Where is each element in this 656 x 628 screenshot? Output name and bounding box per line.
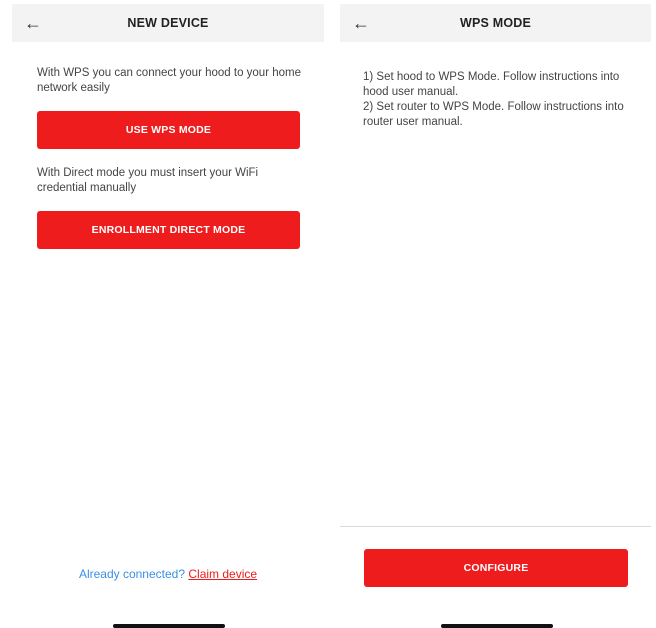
already-connected-text: Already connected? xyxy=(78,567,186,581)
header-bar: ← NEW DEVICE xyxy=(12,4,324,42)
enrollment-direct-mode-button[interactable]: ENROLLMENT DIRECT MODE xyxy=(37,211,300,249)
direct-mode-description: With Direct mode you must insert your Wi… xyxy=(37,167,259,194)
use-wps-mode-button[interactable]: USE WPS MODE xyxy=(37,111,300,149)
wps-mode-screen: ← WPS MODE 1) Set hood to WPS Mode. Foll… xyxy=(340,0,651,628)
page-title: WPS MODE xyxy=(459,16,532,30)
header-bar: ← WPS MODE xyxy=(340,4,651,42)
footer-claim: Already connected? Claim device xyxy=(12,567,324,581)
wps-description: With WPS you can connect your hood to yo… xyxy=(37,67,301,94)
new-device-screen: ← NEW DEVICE With WPS you can connect yo… xyxy=(12,0,324,628)
wps-step-1: 1) Set hood to WPS Mode. Follow instruct… xyxy=(363,71,620,98)
claim-device-link[interactable]: Claim device xyxy=(188,567,257,581)
configure-button[interactable]: CONFIGURE xyxy=(364,549,628,587)
bottom-bar: CONFIGURE xyxy=(340,527,651,628)
page-title: NEW DEVICE xyxy=(127,16,209,30)
home-indicator xyxy=(441,624,553,628)
home-indicator xyxy=(113,624,225,628)
wps-step-2: 2) Set router to WPS Mode. Follow instru… xyxy=(363,101,624,128)
